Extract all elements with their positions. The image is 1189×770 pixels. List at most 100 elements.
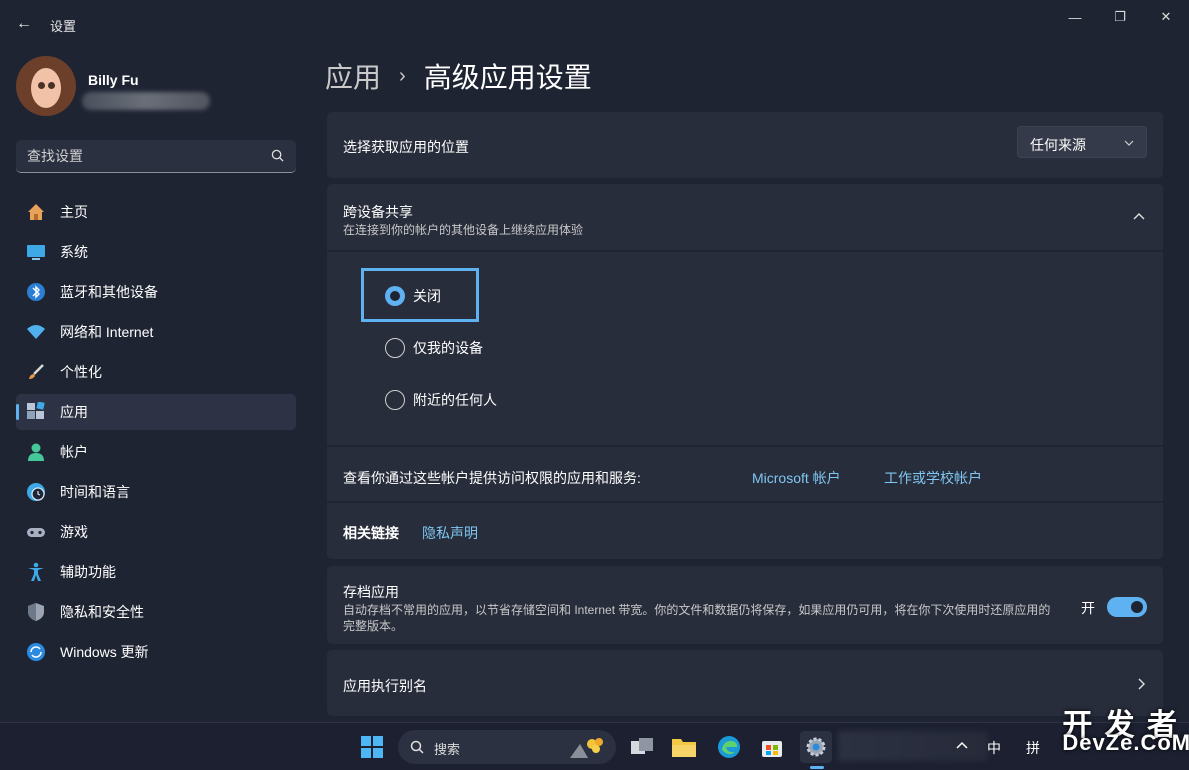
sidebar-item-home[interactable]: 主页 [16,194,296,230]
app-title: 设置 [50,19,77,34]
brush-icon [26,362,46,382]
taskbar-search[interactable]: 搜索 [398,730,616,764]
task-view-icon [631,738,653,754]
radio-label: 仅我的设备 [413,340,483,356]
cross-device-title: 跨设备共享 [343,204,413,220]
sidebar-item-accessibility[interactable]: 辅助功能 [16,554,296,590]
tray-item[interactable]: 拼 [1026,738,1040,758]
sidebar-item-label: 应用 [60,404,88,420]
watermark: 开 发 者 DevZe.CoM [1062,700,1189,755]
taskbar-search-label: 搜索 [434,742,461,757]
account-access-row: 查看你通过这些帐户提供访问权限的应用和服务: Microsoft 帐户 工作或学… [327,447,1163,501]
monitor-icon [26,242,46,262]
minimize-button[interactable]: — [1055,6,1095,28]
globe-clock-icon [26,482,46,502]
watermark-line2: DevZe.CoM [1062,730,1189,755]
chevron-down-icon [1124,140,1134,146]
search-input[interactable] [16,140,256,172]
back-button[interactable]: ← [10,10,38,38]
start-button[interactable] [356,731,388,763]
radio-everyone-nearby[interactable]: 附近的任何人 [367,378,497,422]
sidebar-item-label: 辅助功能 [60,564,116,580]
folder-icon [672,739,696,757]
flowers-icon [570,738,603,758]
file-explorer-button[interactable] [668,731,700,763]
archive-apps-title: 存档应用 [343,584,399,600]
sidebar-item-bluetooth[interactable]: 蓝牙和其他设备 [16,274,296,310]
cross-device-header[interactable]: 跨设备共享 在连接到你的帐户的其他设备上继续应用体验 [327,184,1163,250]
user-icon [26,442,46,462]
app-source-card: 选择获取应用的位置 任何来源 [327,112,1163,178]
apps-icon [26,402,46,422]
user-name: Billy Fu [88,72,139,88]
user-profile[interactable]: Billy Fu [16,56,296,120]
sidebar-item-windows-update[interactable]: Windows 更新 [16,634,296,670]
archive-apps-toggle[interactable] [1107,597,1147,617]
search-icon [410,740,424,754]
sidebar-item-label: Windows 更新 [60,644,149,660]
dropdown-value: 任何来源 [1030,137,1086,153]
cross-device-subtitle: 在连接到你的帐户的其他设备上继续应用体验 [343,223,584,237]
sidebar-item-label: 主页 [60,204,88,220]
sidebar-item-personalization[interactable]: 个性化 [16,354,296,390]
radio-off[interactable]: 关闭 [367,274,483,318]
sidebar-nav: 主页 系统 蓝牙和其他设备 网络和 Internet 个性化 应用 帐户 时间和… [16,194,296,674]
related-links-row: 相关链接 隐私声明 [327,503,1163,559]
breadcrumb-parent[interactable]: 应用 [325,56,381,96]
radio-button[interactable] [385,338,405,358]
radio-label: 附近的任何人 [413,392,497,408]
breadcrumb-separator: › [399,64,406,87]
avatar [16,56,76,116]
maximize-button[interactable]: ❐ [1100,6,1140,28]
active-app-indicator [810,766,824,769]
sidebar-item-system[interactable]: 系统 [16,234,296,270]
sidebar-item-time-language[interactable]: 时间和语言 [16,474,296,510]
work-school-account-link[interactable]: 工作或学校帐户 [884,468,982,488]
app-source-title: 选择获取应用的位置 [343,139,469,155]
radio-button[interactable] [385,286,405,306]
sidebar-item-gaming[interactable]: 游戏 [16,514,296,550]
sidebar-item-privacy[interactable]: 隐私和安全性 [16,594,296,630]
settings-app-button[interactable] [800,731,832,769]
user-email-redacted [82,92,210,110]
sidebar-item-label: 帐户 [60,444,88,460]
shield-icon [26,602,46,622]
microsoft-account-link[interactable]: Microsoft 帐户 [752,468,841,488]
gear-icon [806,737,826,757]
taskbar: 搜索 中 拼 [0,722,1189,770]
sidebar-item-label: 蓝牙和其他设备 [60,284,158,300]
task-view-button[interactable] [626,731,658,763]
sidebar-item-label: 隐私和安全性 [60,604,144,620]
store-button[interactable] [756,731,788,763]
app-execution-aliases-card[interactable]: 应用执行别名 [327,650,1163,716]
radio-button[interactable] [385,390,405,410]
cross-device-options: 关闭 仅我的设备 附近的任何人 [327,252,1163,445]
related-links-label: 相关链接 [343,525,399,541]
bluetooth-icon [26,282,46,302]
settings-search[interactable] [16,140,296,173]
home-icon [26,202,46,222]
archive-apps-description-cont: 完整版本。 [343,619,404,633]
title-bar: ← 设置 — ❐ ✕ [0,0,1189,46]
archive-apps-description: 自动存档不常用的应用，以节省存储空间和 Internet 带宽。你的文件和数据仍… [343,603,1051,617]
app-source-dropdown[interactable]: 任何来源 [1017,126,1147,158]
sidebar-item-label: 网络和 Internet [60,324,154,340]
chevron-right-icon [1138,678,1145,690]
ime-indicator[interactable]: 中 [987,738,1001,758]
close-button[interactable]: ✕ [1146,6,1186,28]
sidebar-item-apps[interactable]: 应用 [16,394,296,430]
app-execution-aliases-title: 应用执行别名 [343,678,427,694]
radio-my-devices[interactable]: 仅我的设备 [367,326,483,370]
chevron-up-icon[interactable] [1133,212,1145,222]
edge-icon [718,736,740,758]
windows-logo-icon [361,736,383,758]
chevron-up-icon[interactable] [956,741,968,751]
store-icon [762,741,782,757]
sidebar-item-accounts[interactable]: 帐户 [16,434,296,470]
edge-button[interactable] [713,731,745,763]
archive-apps-card: 存档应用 自动存档不常用的应用，以节省存储空间和 Internet 带宽。你的文… [327,566,1163,644]
privacy-statement-link[interactable]: 隐私声明 [422,523,478,543]
account-access-text: 查看你通过这些帐户提供访问权限的应用和服务: [343,470,641,486]
page-title: 高级应用设置 [423,62,592,93]
sidebar-item-network[interactable]: 网络和 Internet [16,314,296,350]
